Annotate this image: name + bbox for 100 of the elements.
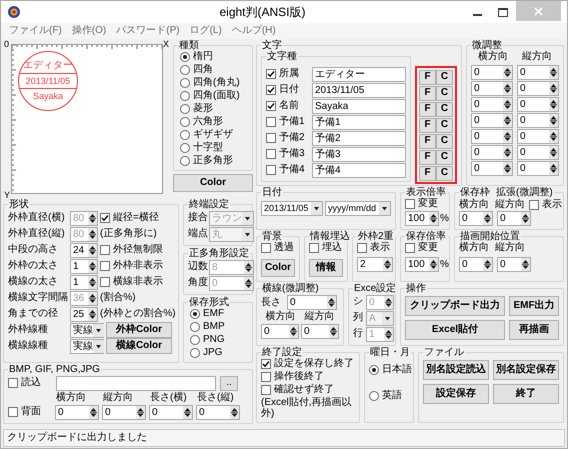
spin-arrows-icon[interactable] [521, 212, 530, 225]
caret-icon[interactable] [93, 324, 104, 336]
spin-arrows-icon[interactable] [549, 98, 558, 110]
caret-icon[interactable] [379, 202, 390, 215]
checkbox[interactable] [405, 199, 415, 209]
spin-arrows-icon[interactable] [88, 260, 97, 272]
button[interactable]: F [419, 102, 436, 116]
spin-field[interactable]: 0 [471, 96, 513, 112]
checkbox[interactable] [100, 277, 110, 287]
menu-item[interactable]: パスワード(P) [116, 25, 180, 37]
checkbox[interactable] [266, 69, 276, 79]
spin-arrows-icon[interactable] [549, 66, 558, 78]
checkbox[interactable] [8, 407, 18, 417]
spin-field[interactable]: 0 [149, 404, 193, 420]
spin-field[interactable]: 0 [517, 96, 559, 112]
path-field[interactable] [56, 376, 216, 390]
spin-field[interactable]: 0 [497, 211, 531, 226]
spin-arrows-icon[interactable] [549, 130, 558, 142]
radio-button[interactable] [180, 65, 190, 75]
spin-arrows-icon[interactable] [503, 130, 512, 142]
text-field[interactable]: Sayaka [312, 98, 406, 114]
button[interactable]: 横線Color [106, 338, 172, 354]
spin-field[interactable]: 100 [405, 257, 439, 272]
button[interactable]: F [419, 166, 436, 180]
text-field[interactable]: エディター [312, 66, 406, 82]
spin-field[interactable]: 0 [517, 160, 559, 176]
spin-field[interactable]: 0 [287, 295, 337, 310]
button[interactable]: 別名設定保存 [493, 360, 559, 380]
spin-field[interactable]: 0 [301, 324, 339, 339]
spin-arrows-icon[interactable] [549, 114, 558, 126]
spin-arrows-icon[interactable] [503, 98, 512, 110]
spin-arrows-icon[interactable] [549, 162, 558, 174]
spin-arrows-icon[interactable] [88, 244, 97, 256]
dropdown[interactable]: 2013/11/05 [261, 201, 323, 216]
spin-arrows-icon[interactable] [503, 114, 512, 126]
spin-arrows-icon[interactable] [503, 146, 512, 158]
spin-field[interactable]: 0 [196, 404, 240, 420]
button[interactable]: 設定保存 [423, 384, 489, 404]
spin-field[interactable]: 0 [517, 112, 559, 128]
button[interactable]: 外枠Color [106, 322, 172, 338]
button[interactable]: 再描画 [509, 320, 559, 340]
dropdown[interactable]: 実線 [70, 322, 104, 338]
spin-arrows-icon[interactable] [429, 212, 438, 225]
menu-item[interactable]: ログ(L) [190, 25, 222, 37]
spin-field[interactable]: 0 [261, 324, 299, 339]
spin-field[interactable]: 0 [55, 404, 99, 420]
radio-button[interactable] [180, 117, 190, 127]
spin-field[interactable]: 100 [405, 211, 439, 226]
spin-arrows-icon[interactable] [483, 212, 492, 225]
spin-arrows-icon[interactable] [327, 296, 336, 309]
radio-button[interactable] [180, 130, 190, 140]
spin-field[interactable]: 0 [459, 257, 493, 272]
spin-arrows-icon[interactable] [289, 325, 298, 338]
dropdown[interactable]: 実線 [70, 338, 104, 354]
text-field[interactable]: 予備1 [312, 114, 406, 130]
radio-button[interactable] [369, 365, 379, 375]
button[interactable]: 別名設定読込 [423, 360, 489, 380]
button[interactable]: .. [220, 376, 238, 390]
checkbox[interactable] [266, 101, 276, 111]
checkbox[interactable] [266, 165, 276, 175]
checkbox[interactable] [357, 243, 367, 253]
checkbox[interactable] [266, 117, 276, 127]
spin-arrows-icon[interactable] [383, 258, 392, 271]
spin-field[interactable]: 24 [70, 242, 98, 258]
spin-field[interactable]: 0 [471, 64, 513, 80]
checkbox[interactable] [309, 243, 319, 253]
checkbox[interactable] [100, 245, 110, 255]
spin-arrows-icon[interactable] [230, 406, 239, 418]
caret-icon[interactable] [311, 202, 322, 215]
caret-icon[interactable] [93, 340, 104, 352]
spin-arrows-icon[interactable] [521, 258, 530, 271]
spin-arrows-icon[interactable] [183, 406, 192, 418]
button[interactable]: C [436, 150, 453, 164]
spin-arrows-icon[interactable] [549, 146, 558, 158]
button[interactable]: F [419, 86, 436, 100]
spin-arrows-icon[interactable] [483, 258, 492, 271]
spin-field[interactable]: 0 [471, 144, 513, 160]
spin-arrows-icon[interactable] [89, 406, 98, 418]
spin-arrows-icon[interactable] [88, 276, 97, 288]
button[interactable]: C [436, 134, 453, 148]
spin-field[interactable]: 0 [459, 211, 493, 226]
spin-arrows-icon[interactable] [503, 82, 512, 94]
radio-button[interactable] [190, 322, 200, 332]
radio-button[interactable] [180, 104, 190, 114]
spin-field[interactable]: 0 [102, 404, 146, 420]
checkbox[interactable] [266, 133, 276, 143]
radio-button[interactable] [180, 78, 190, 88]
checkbox[interactable] [405, 243, 415, 253]
radio-button[interactable] [190, 348, 200, 358]
radio-button[interactable] [180, 91, 190, 101]
spin-arrows-icon[interactable] [88, 308, 97, 320]
spin-field[interactable]: 0 [471, 112, 513, 128]
text-field[interactable]: 2013/11/05 [312, 82, 406, 98]
spin-field[interactable]: 0 [517, 144, 559, 160]
spin-field[interactable]: 0 [471, 128, 513, 144]
checkbox[interactable] [261, 359, 271, 369]
spin-arrows-icon[interactable] [429, 258, 438, 271]
button[interactable]: C [436, 118, 453, 132]
button[interactable]: EMF出力 [509, 296, 559, 316]
button[interactable]: Excel貼付 [405, 320, 505, 340]
